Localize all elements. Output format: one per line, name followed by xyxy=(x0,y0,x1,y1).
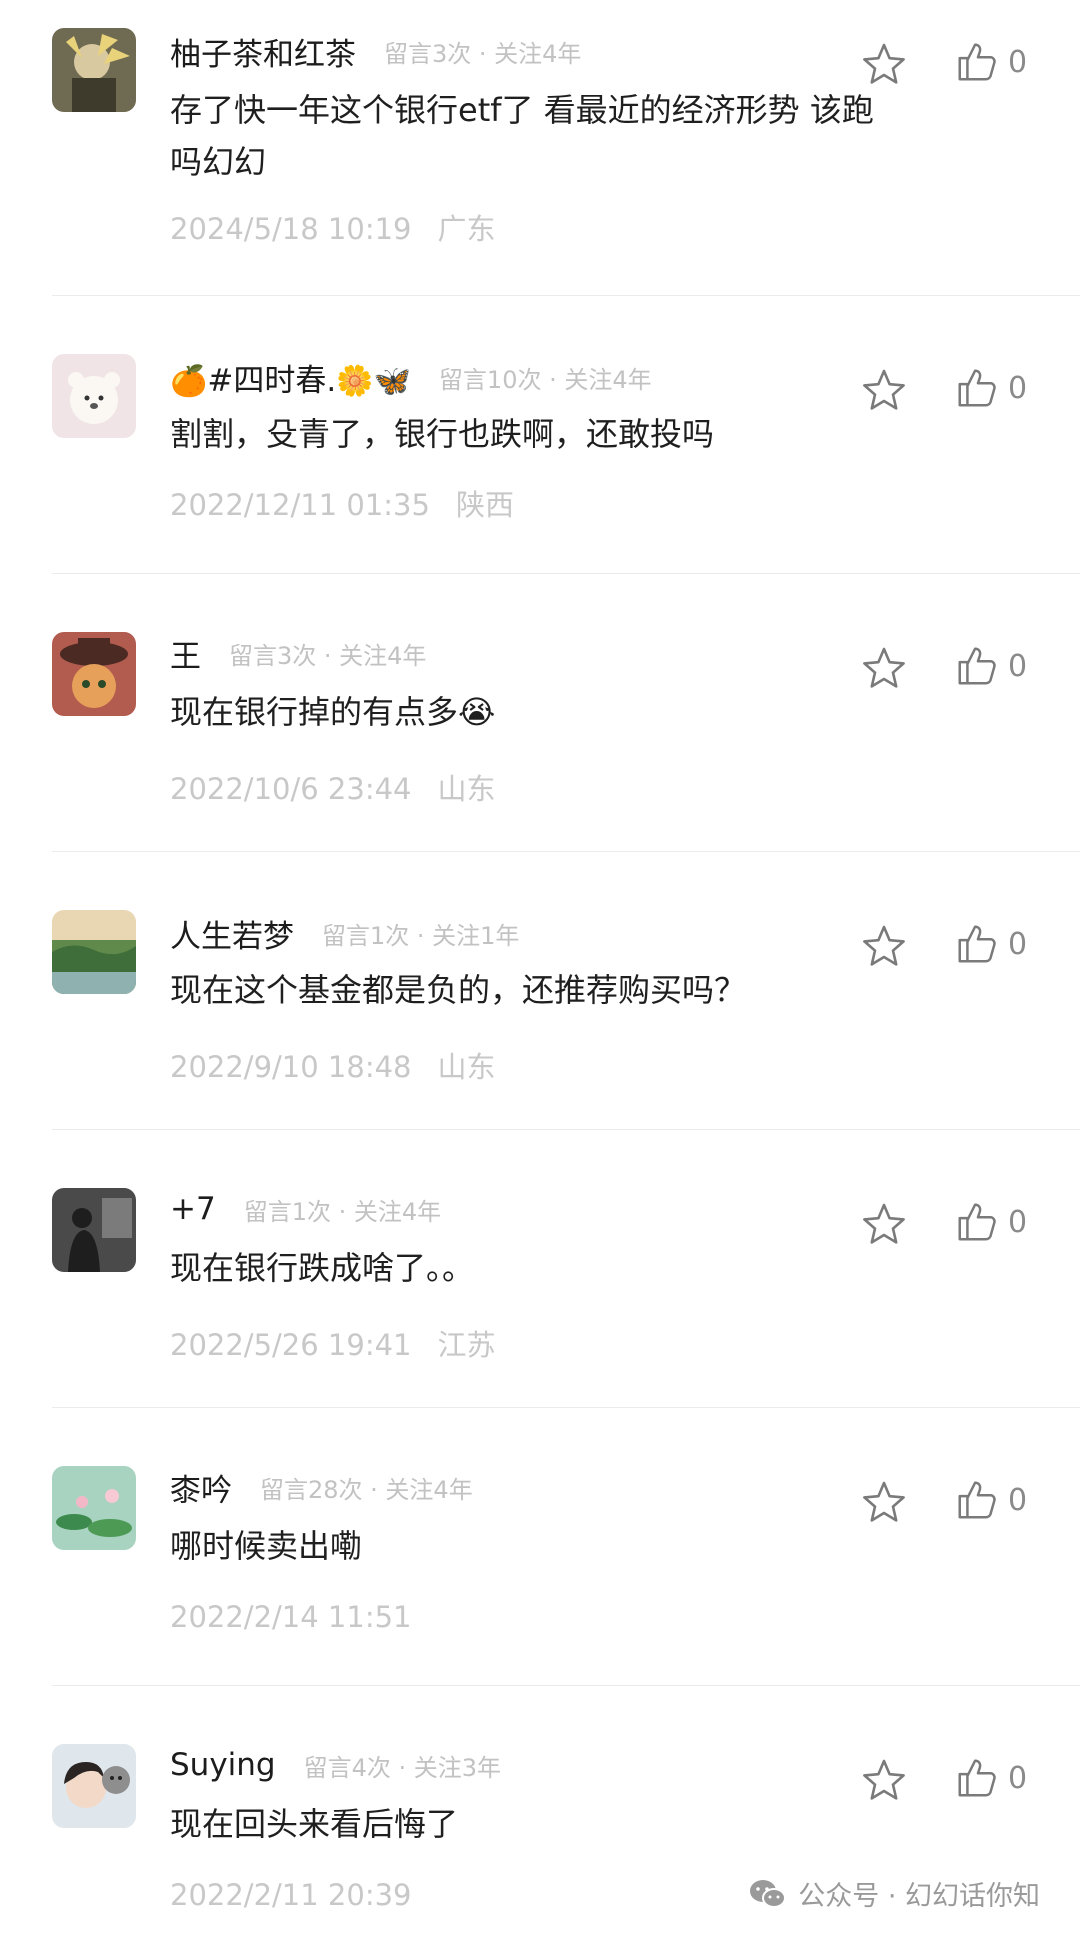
comment-date: 2022/9/10 18:48 xyxy=(170,1050,412,1084)
silhouette-avatar[interactable] xyxy=(52,1188,136,1272)
like-button[interactable]: 0 xyxy=(954,1198,1027,1246)
nickname[interactable]: Suying xyxy=(170,1747,276,1783)
star-button[interactable] xyxy=(860,1478,908,1526)
comment-meta: 留言10次 · 关注4年 xyxy=(438,365,652,394)
anime-character-avatar[interactable] xyxy=(52,28,136,112)
thumbs-up-icon xyxy=(958,369,996,407)
like-count: 0 xyxy=(1008,1204,1028,1240)
comment-text: 现在回头来看后悔了 xyxy=(170,1805,459,1843)
star-icon xyxy=(863,369,905,410)
star-button[interactable] xyxy=(860,40,908,88)
landscape-avatar[interactable] xyxy=(52,910,136,994)
comment-item: 人生若梦 留言1次 · 关注1年 现在这个基金都是负的，还推荐购买吗？ 2022… xyxy=(52,852,1080,1130)
comment-timestamp: 2024/5/18 10:19 广东 xyxy=(170,206,496,248)
comment-text: 现在银行掉的有点多😭 xyxy=(170,693,496,731)
wechat-icon xyxy=(750,1879,787,1908)
like-count: 0 xyxy=(1008,1760,1028,1796)
comment-location: 山东 xyxy=(437,772,496,806)
flower-butterfly-emoji: 🌼🦋 xyxy=(336,363,411,399)
comment-item: 桼吟 留言28次 · 关注4年 哪时候卖出嘞 2022/2/14 11:51 0 xyxy=(52,1408,1080,1686)
nickname[interactable]: +7 xyxy=(170,1191,216,1227)
nickname[interactable]: 🍊#四时春.🌼🦋 xyxy=(170,355,411,400)
like-button[interactable]: 0 xyxy=(954,642,1027,690)
like-button[interactable]: 0 xyxy=(954,38,1027,86)
watermark-text: 公众号 · 幻幻话你知 xyxy=(798,1881,1040,1912)
comment-timestamp: 2022/2/11 20:39 xyxy=(170,1878,412,1912)
comment-text: 存了快一年这个银行etf了 看最近的经济形势 该跑吗幻幻 xyxy=(170,91,874,181)
comment-item: 柚子茶和红茶 留言3次 · 关注4年 存了快一年这个银行etf了 看最近的经济形… xyxy=(52,0,1080,296)
star-button[interactable] xyxy=(860,1200,908,1248)
thumbs-up-icon xyxy=(958,1203,996,1241)
star-icon xyxy=(863,925,905,966)
like-count: 0 xyxy=(1008,44,1028,80)
comment-text: 割割，殳青了，银行也跌啊，还敢投吗 xyxy=(170,415,715,453)
comment-location: 山东 xyxy=(437,1050,496,1084)
comment-text: 现在这个基金都是负的，还推荐购买吗？ xyxy=(170,971,747,1009)
comment-item: 🍊#四时春.🌼🦋 留言10次 · 关注4年 割割，殳青了，银行也跌啊，还敢投吗 … xyxy=(52,296,1080,574)
comment-meta: 留言1次 · 关注1年 xyxy=(322,921,520,950)
comment-location: 广东 xyxy=(437,212,496,246)
star-icon xyxy=(863,43,905,84)
lotus-pond-avatar[interactable] xyxy=(52,1466,136,1550)
like-count: 0 xyxy=(1008,370,1028,406)
comment-date: 2022/5/26 19:41 xyxy=(170,1328,412,1362)
comment-meta: 留言3次 · 关注4年 xyxy=(384,39,582,68)
comment-date: 2024/5/18 10:19 xyxy=(170,212,412,246)
comment-date: 2022/12/11 01:35 xyxy=(170,488,430,522)
comment-meta: 留言1次 · 关注4年 xyxy=(243,1197,442,1226)
star-icon xyxy=(863,1481,905,1522)
thumbs-up-icon xyxy=(958,925,996,963)
star-icon xyxy=(863,647,905,688)
like-button[interactable]: 0 xyxy=(954,1754,1027,1802)
like-count: 0 xyxy=(1008,926,1028,962)
watermark: 公众号 · 幻幻话你知 xyxy=(748,1874,1040,1913)
comment-date: 2022/10/6 23:44 xyxy=(170,772,412,806)
thumbs-up-icon xyxy=(958,647,996,685)
comment-meta: 留言3次 · 关注4年 xyxy=(229,641,427,670)
comment-item: +7 留言1次 · 关注4年 现在银行跌成啥了。。 2022/5/26 19:4… xyxy=(52,1130,1080,1408)
thumbs-up-icon xyxy=(958,1759,996,1797)
like-button[interactable]: 0 xyxy=(954,364,1027,412)
comment-timestamp: 2022/12/11 01:35 陕西 xyxy=(170,482,514,524)
comment-date: 2022/2/14 11:51 xyxy=(170,1600,412,1634)
comment-text: 现在银行跌成啥了。。 xyxy=(170,1249,475,1287)
star-icon xyxy=(863,1759,905,1800)
comment-text: 哪时候卖出嘞 xyxy=(170,1527,363,1565)
like-count: 0 xyxy=(1008,648,1028,684)
like-button[interactable]: 0 xyxy=(954,1476,1027,1524)
crying-face-emoji: 😭 xyxy=(458,693,496,731)
star-icon xyxy=(863,1203,905,1244)
thumbs-up-icon xyxy=(958,1481,996,1519)
nickname[interactable]: 王 xyxy=(170,631,201,676)
nickname[interactable]: 人生若梦 xyxy=(170,911,294,956)
nickname[interactable]: 桼吟 xyxy=(170,1465,232,1510)
thumbs-up-icon xyxy=(958,43,996,81)
orange-emoji: 🍊 xyxy=(170,363,208,399)
comment-item: 王 留言3次 · 关注4年 现在银行掉的有点多😭 2022/10/6 23:44… xyxy=(52,574,1080,852)
comment-meta: 留言28次 · 关注4年 xyxy=(260,1475,473,1504)
comment-timestamp: 2022/5/26 19:41 江苏 xyxy=(170,1322,496,1364)
comment-date: 2022/2/11 20:39 xyxy=(170,1878,412,1912)
nickname[interactable]: 柚子茶和红茶 xyxy=(170,29,356,74)
star-button[interactable] xyxy=(860,1756,908,1804)
comment-location: 江苏 xyxy=(437,1328,496,1362)
like-count: 0 xyxy=(1008,1482,1028,1518)
comment-meta: 留言4次 · 关注3年 xyxy=(303,1753,502,1782)
cat-in-hat-avatar[interactable] xyxy=(52,632,136,716)
comment-timestamp: 2022/10/6 23:44 山东 xyxy=(170,766,496,808)
comment-location: 陕西 xyxy=(455,488,514,522)
comment-timestamp: 2022/2/14 11:51 xyxy=(170,1600,412,1634)
comment-list: 柚子茶和红茶 留言3次 · 关注4年 存了快一年这个银行etf了 看最近的经济形… xyxy=(0,0,1080,1935)
comment-timestamp: 2022/9/10 18:48 山东 xyxy=(170,1044,496,1086)
star-button[interactable] xyxy=(860,922,908,970)
like-button[interactable]: 0 xyxy=(954,920,1027,968)
star-button[interactable] xyxy=(860,644,908,692)
white-bear-avatar[interactable] xyxy=(52,354,136,438)
girl-with-cat-avatar[interactable] xyxy=(52,1744,136,1828)
star-button[interactable] xyxy=(860,366,908,414)
